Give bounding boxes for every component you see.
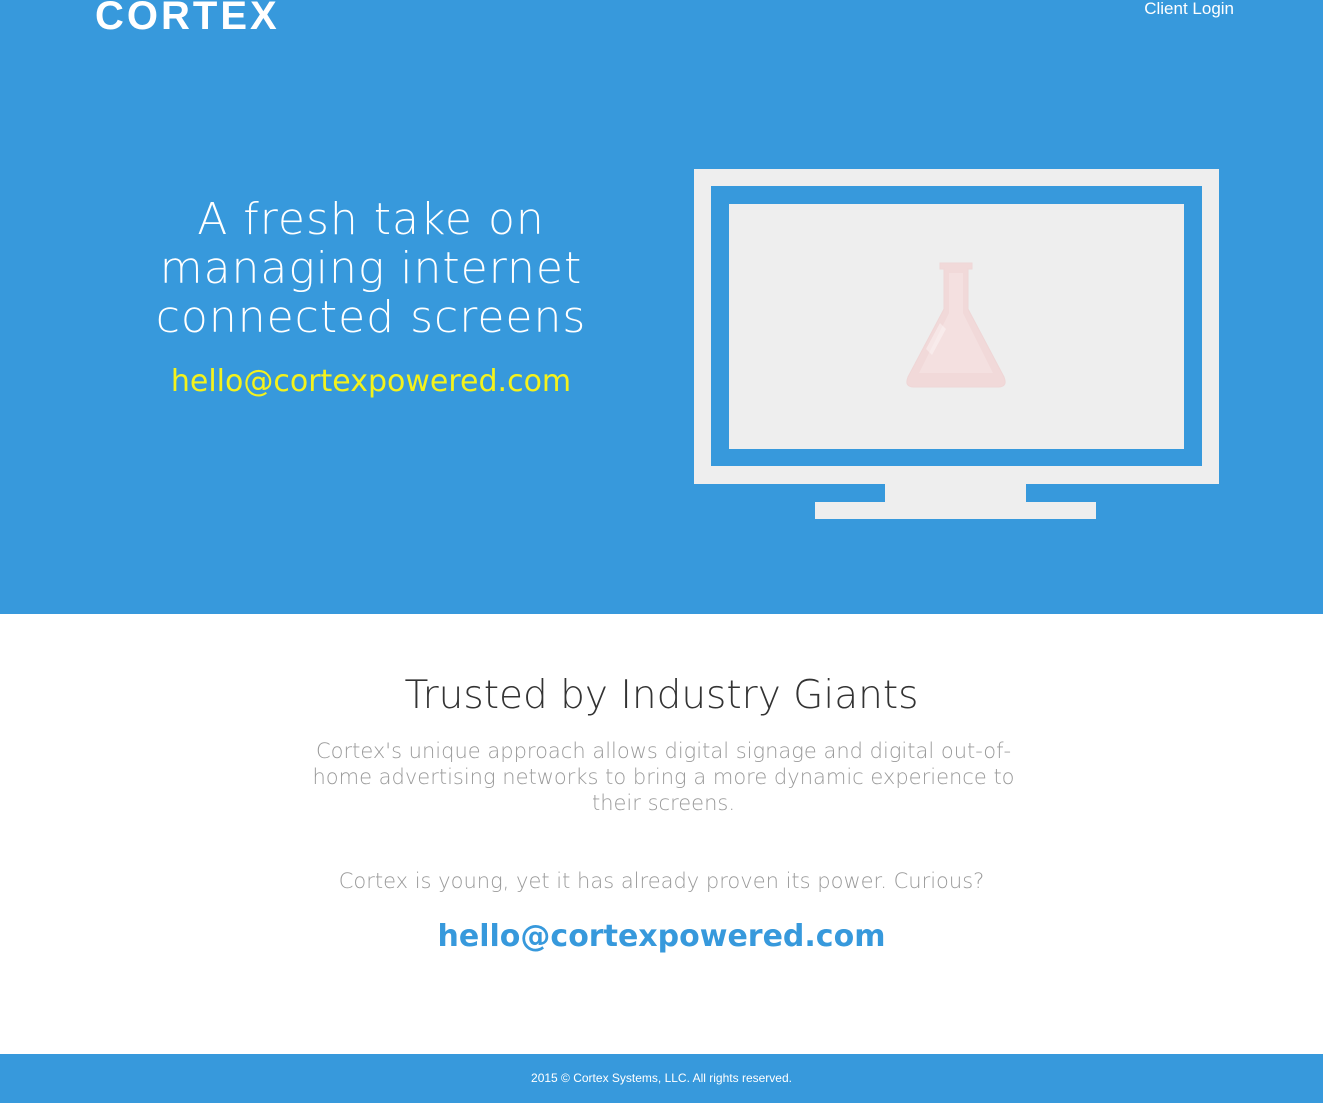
hero-title: A fresh take on managing internet connec… [155,194,587,343]
hero-section: CORTEX Client Login A fresh take on mana… [0,0,1323,614]
monitor-neck [885,484,1026,502]
footer: 2015 © Cortex Systems, LLC. All rights r… [0,1054,1323,1103]
monitor-base [815,502,1096,519]
section-email-link[interactable]: hello@cortexpowered.com [0,917,1323,957]
client-login-link[interactable]: Client Login [1144,0,1234,20]
cortex-logo[interactable]: CORTEX [95,0,280,40]
footer-copyright: 2015 © Cortex Systems, LLC. All rights r… [531,1071,792,1085]
section-curious-text: Cortex is young, yet it has already prov… [338,869,985,893]
section-description: Cortex's unique approach allows digital … [312,739,1015,815]
trusted-section: Trusted by Industry Giants Cortex's uniq… [0,614,1323,1054]
hero-email-link[interactable]: hello@cortexpowered.com [171,362,571,402]
hero-text-block: A fresh take on managing internet connec… [95,195,647,402]
monitor-illustration [694,169,1219,519]
section-title: Trusted by Industry Giants [404,673,919,718]
